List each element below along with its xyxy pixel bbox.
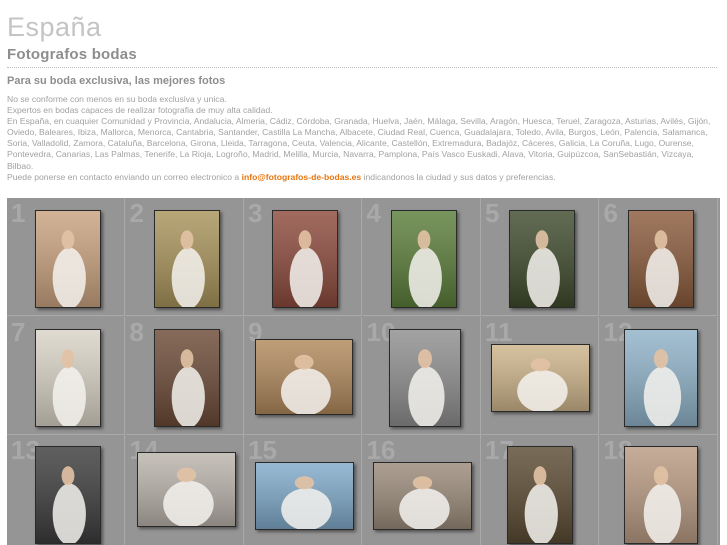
gallery-number: 5 xyxy=(485,198,500,228)
brand-title: España xyxy=(7,12,102,42)
gallery-cell[interactable]: 13 xyxy=(7,435,125,545)
gallery-cell[interactable]: 12 xyxy=(599,316,718,435)
gallery-number: 3 xyxy=(248,198,263,228)
contact-email-link[interactable]: info@fotografos-de-bodas.es xyxy=(242,172,362,182)
gallery-cell[interactable]: 9 xyxy=(244,316,362,435)
gallery-number: 2 xyxy=(129,198,144,228)
wedding-photo[interactable] xyxy=(623,328,698,427)
contact-prefix: Puede ponerse en contacto enviando un co… xyxy=(7,171,240,182)
wedding-photo[interactable] xyxy=(390,210,457,308)
contact-suffix: indicandonos la ciudad y sus datos y pre… xyxy=(363,171,556,182)
gallery-cell[interactable]: 15 xyxy=(244,435,362,545)
gallery-cell[interactable]: 7 xyxy=(7,316,125,435)
wedding-photo[interactable] xyxy=(153,210,220,308)
gallery-cell[interactable]: 11 xyxy=(481,316,599,435)
gallery-number: 4 xyxy=(366,198,381,228)
gallery-cell[interactable]: 8 xyxy=(125,316,244,435)
intro-contact: Puede ponerse en contacto enviando un co… xyxy=(7,172,715,183)
gallery-number: 11 xyxy=(485,316,513,347)
photo-gallery: 1 2 3 4 5 6 7 8 9 10 11 12 13 14 15 16 17 18 xyxy=(7,198,720,545)
gallery-number: 15 xyxy=(248,435,277,465)
intro-text: No se conforme con menos en su boda excl… xyxy=(7,94,715,183)
wedding-photo[interactable] xyxy=(153,328,220,427)
wedding-photo[interactable] xyxy=(35,210,101,308)
gallery-cell[interactable]: 1 xyxy=(7,198,125,316)
wedding-photo[interactable] xyxy=(507,446,573,544)
gallery-cell[interactable]: 17 xyxy=(481,435,599,545)
gallery-number: 8 xyxy=(129,316,144,347)
wedding-photo[interactable] xyxy=(255,338,353,415)
page-subtitle: Fotografos bodas xyxy=(7,46,137,63)
gallery-number: 1 xyxy=(11,198,26,228)
wedding-photo[interactable] xyxy=(623,446,698,544)
wedding-photo[interactable] xyxy=(388,328,461,427)
gallery-cell[interactable]: 14 xyxy=(125,435,244,545)
wedding-photo[interactable] xyxy=(255,462,354,530)
wedding-photo[interactable] xyxy=(509,210,575,308)
wedding-photo[interactable] xyxy=(491,343,590,412)
intro-line-2: Expertos en bodas capaces de realizar fo… xyxy=(7,105,273,116)
gallery-cell[interactable]: 2 xyxy=(125,198,244,316)
gallery-number: 6 xyxy=(603,198,618,228)
dotted-divider xyxy=(7,67,717,68)
gallery-number: 16 xyxy=(366,435,396,465)
intro-regions: En España, en cuaquier Comunidad y Provi… xyxy=(7,116,711,171)
gallery-number: 7 xyxy=(11,316,26,347)
wedding-photo[interactable] xyxy=(35,446,101,544)
gallery-cell[interactable]: 5 xyxy=(481,198,599,316)
wedding-photo[interactable] xyxy=(136,452,236,527)
wedding-photo[interactable] xyxy=(272,210,338,308)
gallery-cell[interactable]: 10 xyxy=(362,316,481,435)
gallery-cell[interactable]: 3 xyxy=(244,198,362,316)
gallery-cell[interactable]: 4 xyxy=(362,198,481,316)
wedding-photo[interactable] xyxy=(35,328,101,427)
gallery-cell[interactable]: 16 xyxy=(362,435,481,545)
intro-line-1: No se conforme con menos en su boda excl… xyxy=(7,94,227,104)
gallery-cell[interactable]: 6 xyxy=(599,198,718,316)
wedding-photo[interactable] xyxy=(372,462,472,530)
tagline-heading: Para su boda exclusiva, las mejores foto… xyxy=(7,75,226,87)
wedding-photo[interactable] xyxy=(627,210,694,308)
gallery-cell[interactable]: 18 xyxy=(599,435,718,545)
